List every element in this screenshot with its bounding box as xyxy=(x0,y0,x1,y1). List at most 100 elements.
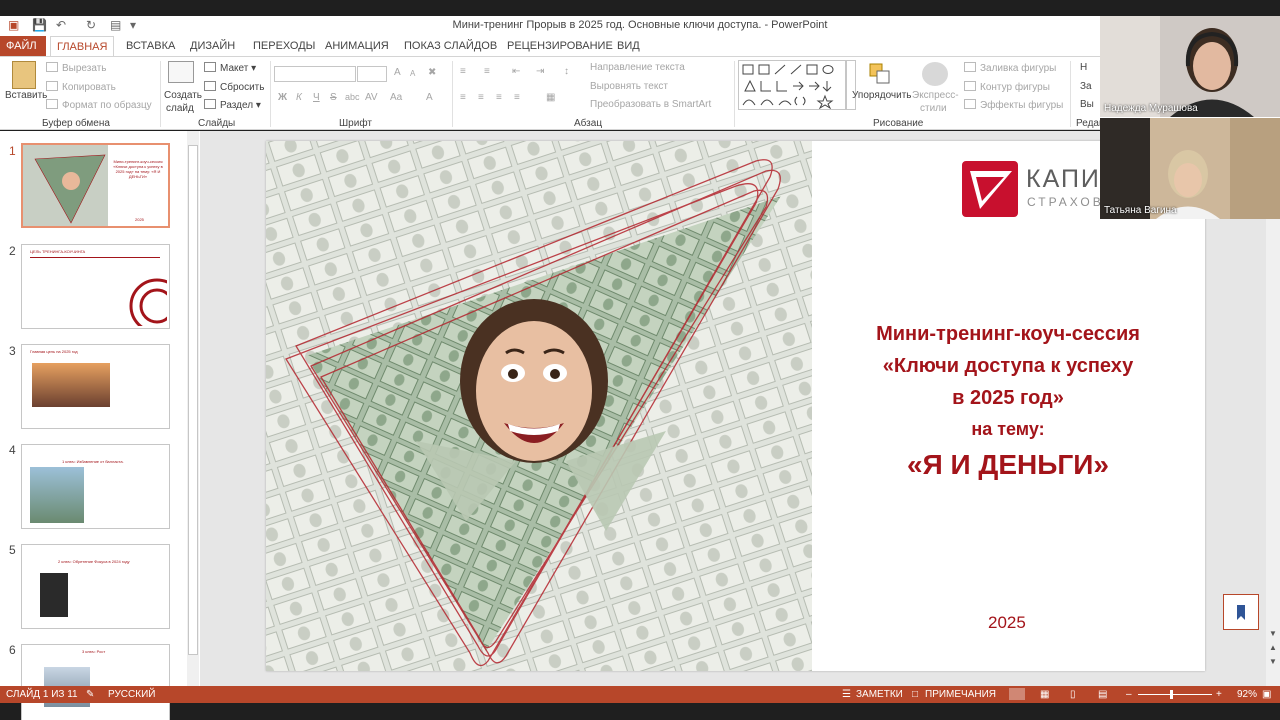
font-name-box[interactable] xyxy=(274,66,356,82)
arrange-button[interactable]: Упорядочить xyxy=(852,90,912,101)
notes-icon[interactable]: ☰ xyxy=(842,689,851,700)
thumbnail-slide-5[interactable]: 2 ключ: Обретение Фокуса в 2024 году xyxy=(21,544,170,629)
quick-styles-icon[interactable] xyxy=(922,62,948,86)
participant-name-1: Надежда Мурашова xyxy=(1104,103,1198,114)
slide-thumbnails-panel: 1 Мини-тренинг-коуч-сессия «Ключи доступ… xyxy=(0,131,200,720)
ribbon-tabs: ФАЙЛ ГЛАВНАЯ ВСТАВКА ДИЗАЙН ПЕРЕХОДЫ АНИ… xyxy=(0,36,1280,56)
strike-button[interactable]: S xyxy=(330,92,337,103)
format-painter-label: Формат по образцу xyxy=(62,100,152,111)
font-size-box[interactable] xyxy=(357,66,387,82)
copy-label: Копировать xyxy=(62,82,116,93)
normal-view-icon[interactable] xyxy=(1009,688,1025,700)
tab-slideshow[interactable]: ПОКАЗ СЛАЙДОВ xyxy=(398,36,503,56)
slide-canvas[interactable]: КАПИТ СТРАХОВА Мини-тренинг-коуч-сессия … xyxy=(266,141,1205,671)
zoom-slider-handle[interactable] xyxy=(1170,690,1173,699)
next-slide-icon[interactable]: ▼ xyxy=(1269,657,1277,666)
new-slide-button-line2[interactable]: слайд xyxy=(166,103,194,114)
shapes-gallery-scroll[interactable] xyxy=(846,60,856,110)
align-center-icon[interactable]: ≡ xyxy=(478,92,484,103)
thumbnail-slide-1[interactable]: Мини-тренинг-коуч-сессия «Ключи доступа … xyxy=(21,143,170,228)
thumbnail-slide-6[interactable]: 3 ключ: Рост xyxy=(21,644,170,720)
zoom-slider[interactable] xyxy=(1138,694,1212,695)
replace-button[interactable]: За xyxy=(1080,81,1092,92)
language-indicator[interactable]: РУССКИЙ xyxy=(108,689,155,700)
slideshow-view-icon[interactable]: ▤ xyxy=(1098,689,1107,700)
previous-slide-icon[interactable]: ▲ xyxy=(1269,643,1277,652)
format-painter-button[interactable]: Формат по образцу xyxy=(46,99,152,111)
smartart-button[interactable]: Преобразовать в SmartArt xyxy=(590,99,711,110)
line-spacing-icon[interactable]: ↕ xyxy=(564,66,569,77)
copy-button[interactable]: Копировать xyxy=(46,81,116,93)
quick-styles-button-line2[interactable]: стили xyxy=(920,103,947,114)
grow-font-button[interactable]: A xyxy=(394,67,401,78)
bold-button[interactable]: Ж xyxy=(278,92,287,103)
font-color-button[interactable]: A xyxy=(426,92,433,103)
thumbnail-slide-3[interactable]: Главная цель на 2025 год xyxy=(21,344,170,429)
ribbon-separator xyxy=(160,61,161,127)
tab-transitions[interactable]: ПЕРЕХОДЫ xyxy=(247,36,321,56)
align-text-button[interactable]: Выровнять текст xyxy=(590,81,668,92)
align-right-icon[interactable]: ≡ xyxy=(496,92,502,103)
justify-icon[interactable]: ≡ xyxy=(514,92,520,103)
new-slide-button-line1[interactable]: Создать xyxy=(164,90,202,101)
arrange-icon[interactable] xyxy=(868,62,892,86)
tab-file[interactable]: ФАЙЛ xyxy=(0,36,46,56)
thumbnail-slide-4[interactable]: 1 ключ: Избавление от балласта. xyxy=(21,444,170,529)
tab-animation[interactable]: АНИМАЦИЯ xyxy=(319,36,395,56)
cut-button[interactable]: Вырезать xyxy=(46,62,106,74)
numbering-icon[interactable]: ≡ xyxy=(484,66,490,77)
char-spacing-icon[interactable]: AV xyxy=(365,92,378,103)
zoom-in-icon[interactable]: + xyxy=(1216,689,1222,700)
thumb-footer: 2025 xyxy=(135,217,144,222)
new-slide-icon[interactable] xyxy=(168,61,194,83)
underline-button[interactable]: Ч xyxy=(313,92,320,103)
thumbnails-scroll-thumb[interactable] xyxy=(188,145,198,655)
select-button[interactable]: Вы xyxy=(1080,99,1094,110)
zoom-out-icon[interactable]: – xyxy=(1126,689,1132,700)
shape-outline-label: Контур фигуры xyxy=(980,82,1050,93)
layout-button[interactable]: Макет ▾ xyxy=(204,62,256,74)
italic-button[interactable]: К xyxy=(296,92,302,103)
tab-review[interactable]: РЕЦЕНЗИРОВАНИЕ xyxy=(501,36,619,56)
quick-styles-button-line1[interactable]: Экспресс- xyxy=(912,90,959,101)
decrease-indent-icon[interactable]: ⇤ xyxy=(512,66,520,77)
reading-view-icon[interactable]: ▯ xyxy=(1070,689,1076,700)
scroll-down-icon[interactable]: ▼ xyxy=(1269,629,1277,638)
logo-triangle-icon xyxy=(970,171,1012,209)
notes-button[interactable]: ЗАМЕТКИ xyxy=(856,689,903,700)
bookmark-button[interactable] xyxy=(1223,594,1259,630)
zoom-level[interactable]: 92% xyxy=(1237,689,1257,700)
shape-fill-button[interactable]: Заливка фигуры xyxy=(964,62,1056,74)
slide-sorter-icon[interactable]: ▦ xyxy=(1040,689,1049,700)
thumb-photo xyxy=(32,363,110,407)
thumbnails-scrollbar[interactable] xyxy=(187,131,199,686)
section-button[interactable]: Раздел ▾ xyxy=(204,99,261,111)
text-direction-button[interactable]: Направление текста xyxy=(590,62,685,73)
find-button[interactable]: Н xyxy=(1080,62,1087,73)
tab-design[interactable]: ДИЗАЙН xyxy=(184,36,241,56)
fit-to-window-icon[interactable]: ▣ xyxy=(1262,689,1271,700)
shape-outline-button[interactable]: Контур фигуры xyxy=(964,81,1050,93)
clear-format-icon[interactable]: ✖ xyxy=(428,67,436,78)
change-case-button[interactable]: Aa xyxy=(390,92,402,103)
tab-insert[interactable]: ВСТАВКА xyxy=(120,36,181,56)
shrink-font-button[interactable]: A xyxy=(410,69,415,78)
bullets-icon[interactable]: ≡ xyxy=(460,66,466,77)
increase-indent-icon[interactable]: ⇥ xyxy=(536,66,544,77)
shapes-gallery[interactable] xyxy=(738,60,846,110)
columns-icon[interactable]: ▦ xyxy=(546,92,555,103)
tab-view[interactable]: ВИД xyxy=(611,36,646,56)
thumb-number: 3 xyxy=(9,344,16,358)
paste-button[interactable]: Вставить xyxy=(5,90,47,101)
reset-button[interactable]: Сбросить xyxy=(204,81,264,93)
char-spacing-button[interactable]: abc xyxy=(345,92,360,102)
comments-icon[interactable]: □ xyxy=(912,689,918,700)
thumbnail-slide-2[interactable]: ЦЕЛЬ ТРЕНИНГА-КОУЧИНГА xyxy=(21,244,170,329)
align-left-icon[interactable]: ≡ xyxy=(460,92,466,103)
paste-icon[interactable] xyxy=(12,61,36,89)
comments-button[interactable]: ПРИМЕЧАНИЯ xyxy=(925,689,996,700)
shape-effects-button[interactable]: Эффекты фигуры xyxy=(964,99,1063,111)
tab-home[interactable]: ГЛАВНАЯ xyxy=(50,36,115,56)
spellcheck-icon[interactable]: ✎ xyxy=(86,689,94,700)
bookmark-icon xyxy=(1237,605,1245,620)
